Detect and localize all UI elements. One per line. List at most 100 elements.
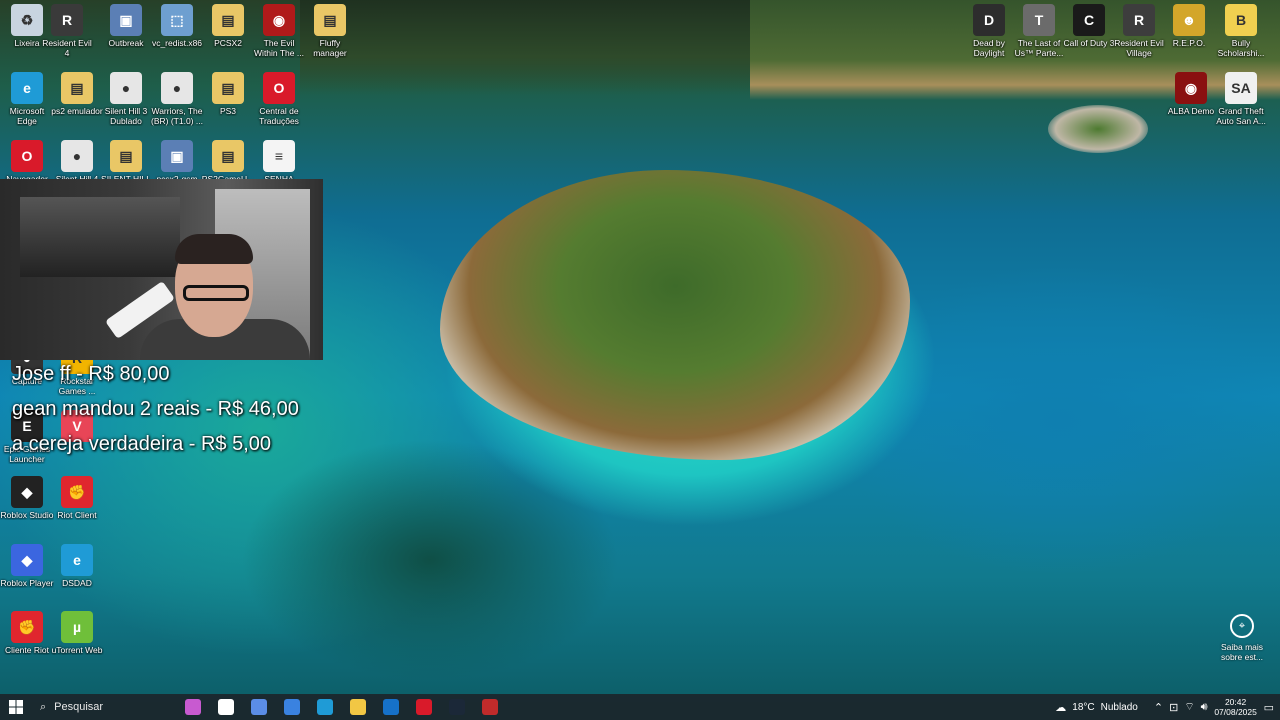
desktop-icon-label: Outbreak [108,38,144,48]
desktop-icon-label: Resident Evil 4 [42,38,92,58]
folder-icon: ▤ [212,140,244,172]
clock-date: 07/08/2025 [1214,707,1257,717]
volume-icon[interactable]: 🔊︎ [1201,701,1208,714]
utorrent-icon: µ [61,611,93,643]
desktop-icon[interactable]: D Dead by Daylight [962,4,1016,58]
desktop-icon-label: PS3 [219,106,237,116]
desktop-icon-label: PCSX2 [214,38,242,48]
taskbar-app-button[interactable] [209,694,242,720]
outlook-icon [382,699,399,715]
task-view-icon [217,699,234,715]
desktop-icon[interactable]: T The Last of Us™ Parte... [1012,4,1066,58]
store-icon [283,699,300,715]
game-icon: ◉ [263,4,295,36]
desktop-icon[interactable]: ▤ Fluffy manager [303,4,357,58]
wifi-icon[interactable]: ⌔ [1184,700,1194,714]
desktop-icon[interactable]: ✊ Riot Client [50,476,104,520]
taskbar-app-button[interactable] [407,694,440,720]
desktop-icon[interactable]: ●Silent Hill 4 [50,140,104,184]
weather-temp[interactable]: 18°C [1072,702,1094,713]
taskbar-app-button[interactable] [341,694,374,720]
desktop-icon[interactable]: ONavegador [0,140,54,184]
file-icon: ● [110,72,142,104]
taskbar-search[interactable]: ⌕ Pesquisar [32,694,176,720]
desktop-icon-label: Dead by Daylight [973,38,1005,58]
desktop-icon-label: Central de Traduções [259,106,299,126]
desktop-icon[interactable]: ▤ ps2 emulador [50,72,104,116]
donation-line-3: a cereja verdadeira - R$ 5,00 [12,433,272,455]
notification-icon[interactable]: ▭ [1264,701,1274,714]
desktop-icon[interactable]: ▣ Outbreak [99,4,153,48]
edge-icon [316,699,333,715]
taskbar-app-button[interactable] [374,694,407,720]
desktop-icon-label: ps2 emulador [51,106,103,116]
desktop-icon-label: Bully Scholarshi... [1217,38,1265,58]
start-button[interactable] [0,694,32,720]
desktop-icon[interactable]: ◉ The Evil Within The ... [252,4,306,58]
desktop-icon[interactable]: R Resident Evil 4 [40,4,94,58]
desktop-icon[interactable]: ≡SENHA [252,140,306,184]
folder-icon: ▤ [212,4,244,36]
widget-icon [184,699,201,715]
desktop-icon[interactable]: O Central de Traduções [252,72,306,126]
weather-cloud-icon[interactable]: ☁ [1055,701,1066,714]
desktop-icon[interactable]: ▣pcsx2-qsm [150,140,204,184]
desktop-icon[interactable]: ▤PS2GameU... [201,140,255,184]
riot-icon: ✊ [11,611,43,643]
desktop-icon[interactable]: ▤SILENT HILL [99,140,153,184]
taskbar-app-button[interactable] [242,694,275,720]
desktop-icon-label: R.E.P.O. [1172,38,1206,48]
taskbar-app-button[interactable] [275,694,308,720]
network-icon[interactable]: ⊡ [1169,701,1178,714]
desktop-icon[interactable]: e Microsoft Edge [0,72,54,126]
file-explorer-icon [349,699,366,715]
desktop-icon[interactable]: ● Silent Hill 3 Dublado [99,72,153,126]
weather-desc[interactable]: Nublado [1101,702,1138,713]
chevron-up-icon[interactable]: ⌃ [1154,701,1163,714]
desktop-icon[interactable]: ◆ Roblox Studio [0,476,54,520]
riot-icon: ✊ [61,476,93,508]
taskbar-app-button[interactable] [176,694,209,720]
streaming-app-icon [481,699,498,715]
clock[interactable]: 20:42 07/08/2025 [1214,697,1258,717]
webcam-person-hair [175,234,253,264]
file-icon: ▣ [161,140,193,172]
desktop-icon[interactable]: e DSDAD [50,544,104,588]
taskbar-app-button[interactable] [308,694,341,720]
game-icon: ◉ [1175,72,1207,104]
folder-icon: ▤ [212,72,244,104]
desktop-icon[interactable]: R Resident Evil Village [1112,4,1166,58]
desktop-icon[interactable]: ☻ R.E.P.O. [1162,4,1216,48]
desktop-icon[interactable]: ◆ Roblox Player [0,544,54,588]
folder-icon: ▤ [110,140,142,172]
edge-icon: e [61,544,93,576]
desktop-icon[interactable]: ▤ PS3 [201,72,255,116]
desktop-icon-label: Microsoft Edge [9,106,45,126]
roblox-studio-icon: ◆ [11,476,43,508]
desktop-icon[interactable]: ▤ PCSX2 [201,4,255,48]
search-icon: ⌕ [40,700,47,713]
desktop-icon-label: vc_redist.x86 [151,38,203,48]
desktop-icon[interactable]: ✊ Cliente Riot [0,611,54,655]
taskbar-apps [176,694,506,720]
roblox-icon: ◆ [11,544,43,576]
donation-line-2: gean mandou 2 reais - R$ 46,00 [12,398,299,420]
desktop-icon-label: ALBA Demo [1167,106,1215,116]
taskbar-app-button[interactable] [440,694,473,720]
desktop-icon[interactable]: ● Warriors, The (BR) (T1.0) ... [150,72,204,126]
desktop-icon[interactable]: B Bully Scholarshi... [1214,4,1268,58]
edge-icon: e [11,72,43,104]
desktop-icon-label: Resident Evil Village [1114,38,1164,58]
desktop-icon[interactable]: C Call of Duty 3 [1062,4,1116,48]
desktop-icon-label: Fluffy manager [313,38,347,58]
wallpaper-island [440,170,910,460]
desktop-icon[interactable]: ⬚ vc_redist.x86 [150,4,204,48]
desktop-icon[interactable]: SA Grand Theft Auto San A... [1214,72,1268,126]
desktop-icon[interactable]: µ uTorrent Web [50,611,104,655]
saiba-mais-widget[interactable]: ⌖ Saiba mais sobre est... [1216,614,1268,662]
taskbar-app-button[interactable] [473,694,506,720]
game-icon: C [1073,4,1105,36]
installer-icon: ⬚ [161,4,193,36]
opera-icon: O [263,72,295,104]
desktop-icon[interactable]: ◉ ALBA Demo [1164,72,1218,116]
